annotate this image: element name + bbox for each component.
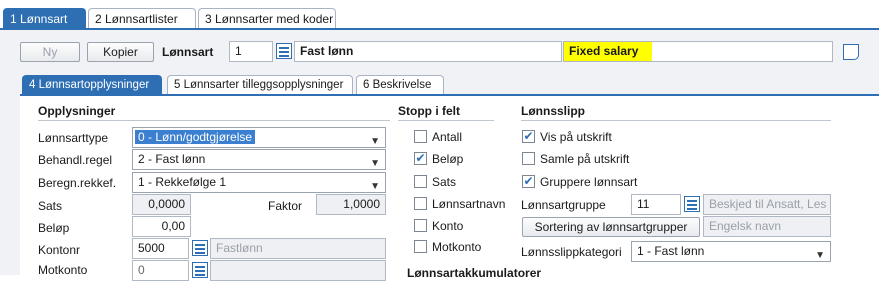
lonnsslippkategori-label: Lønnsslippkategori — [521, 245, 622, 259]
sats-checkbox[interactable] — [414, 175, 427, 188]
belop-checkbox[interactable]: ✔ — [414, 152, 427, 165]
sats-stopp-label: Sats — [432, 175, 457, 189]
list-icon[interactable] — [192, 240, 208, 256]
motkonto-field[interactable]: 0 — [132, 260, 189, 281]
stopp-heading: Stopp i felt — [398, 104, 460, 118]
belop-stopp-label: Beløp — [432, 152, 464, 166]
konto-checkbox[interactable] — [414, 219, 427, 232]
highlighted-text: Fixed salary — [564, 42, 652, 61]
tab-beskrivelse[interactable]: 6 Beskrivelse — [356, 75, 444, 95]
kontonr-name-field: Fastlønn — [210, 238, 386, 259]
antall-label: Antall — [432, 130, 463, 144]
engelsk-navn-field[interactable]: Engelsk navn — [703, 216, 831, 237]
samle-pa-utskrift-checkbox[interactable] — [522, 152, 535, 165]
lonnsartakkumulatorer-heading: Lønnsartakkumulatorer — [407, 266, 542, 280]
motkonto-stopp-label: Motkonto — [432, 240, 482, 254]
faktor-field[interactable]: 1,0000 — [316, 194, 386, 215]
tab-lonnsart[interactable]: 1 Lønnsart — [3, 8, 86, 29]
lonnsartgruppe-desc-field: Beskjed til Ansatt, Les — [703, 194, 831, 215]
vis-pa-utskrift-checkbox[interactable]: ✔ — [522, 130, 535, 143]
sortering-button[interactable]: Sortering av lønnsartgrupper — [522, 217, 700, 237]
tab-lonnsarter-med-koder[interactable]: 3 Lønnsarter med koder — [198, 8, 336, 29]
tab-lonnsartopplysninger[interactable]: 4 Lønnsartopplysninger — [22, 75, 162, 95]
lonnsart-label: Lønnsart — [162, 45, 214, 59]
belop-label: Beløp — [38, 221, 70, 235]
motkonto-checkbox[interactable] — [414, 240, 427, 253]
motkonto-name-field — [210, 260, 386, 281]
vis-pa-utskrift-label: Vis på utskrift — [540, 130, 612, 144]
gruppere-lonnsart-checkbox[interactable]: ✔ — [522, 175, 535, 188]
divider — [38, 120, 390, 121]
list-icon[interactable] — [684, 196, 700, 212]
tab-lonnsarter-tilleggsopplysninger[interactable]: 5 Lønnsarter tilleggsopplysninger — [167, 75, 353, 95]
sats-field[interactable]: 0,0000 — [132, 194, 191, 215]
chevron-down-icon: ▼ — [815, 250, 825, 261]
divider — [398, 120, 494, 121]
lonnsart-number-field[interactable]: 1 — [229, 41, 273, 62]
sats-label: Sats — [38, 199, 63, 213]
note-icon[interactable] — [843, 44, 859, 60]
konto-label: Konto — [432, 219, 464, 233]
tab-lonnsartlister[interactable]: 2 Lønnsartlister — [88, 8, 196, 29]
lonnsartgruppe-label: Lønnsartgruppe — [521, 198, 606, 212]
gruppere-lonnsart-label: Gruppere lønnsart — [540, 175, 638, 189]
ny-button[interactable]: Ny — [20, 42, 80, 62]
list-icon[interactable] — [192, 262, 208, 278]
beregn-label: Beregn.rekkef. — [38, 176, 117, 190]
kopier-button[interactable]: Kopier — [87, 42, 154, 62]
list-icon[interactable] — [276, 43, 292, 59]
lonnsslippkategori-select[interactable]: 1 - Fast lønn ▼ — [631, 241, 831, 262]
lonnsarttype-select[interactable]: 0 - Lønn/godtgjørelse ▼ — [132, 127, 386, 148]
samle-pa-utskrift-label: Samle på utskrift — [540, 152, 630, 166]
kontonr-field[interactable]: 5000 — [132, 238, 189, 259]
opplysninger-heading: Opplysninger — [38, 104, 116, 118]
lonnsart-english-name-field[interactable]: Fixed salary — [563, 41, 833, 62]
lonnsartnavn-checkbox[interactable] — [414, 197, 427, 210]
belop-field[interactable]: 0,00 — [132, 216, 191, 237]
divider — [521, 120, 831, 121]
lonnsart-name-field[interactable]: Fast lønn — [294, 41, 562, 62]
beregn-select[interactable]: 1 - Rekkefølge 1 ▼ — [132, 172, 386, 193]
lonnsartgruppe-field[interactable]: 11 — [631, 194, 681, 215]
behandl-label: Behandl.regel — [38, 153, 113, 167]
top-tab-bar: 1 Lønnsart 2 Lønnsartlister 3 Lønnsarter… — [0, 0, 879, 30]
lonnsartnavn-label: Lønnsartnavn — [432, 197, 506, 211]
behandl-select[interactable]: 2 - Fast lønn ▼ — [132, 149, 386, 170]
lonnsslipp-heading: Lønnsslipp — [521, 104, 585, 118]
lonnsarttype-label: Lønnsarttype — [38, 131, 109, 145]
antall-checkbox[interactable] — [414, 130, 427, 143]
kontonr-label: Kontonr — [38, 243, 81, 257]
faktor-label: Faktor — [268, 199, 303, 213]
chevron-down-icon: ▼ — [370, 158, 380, 169]
